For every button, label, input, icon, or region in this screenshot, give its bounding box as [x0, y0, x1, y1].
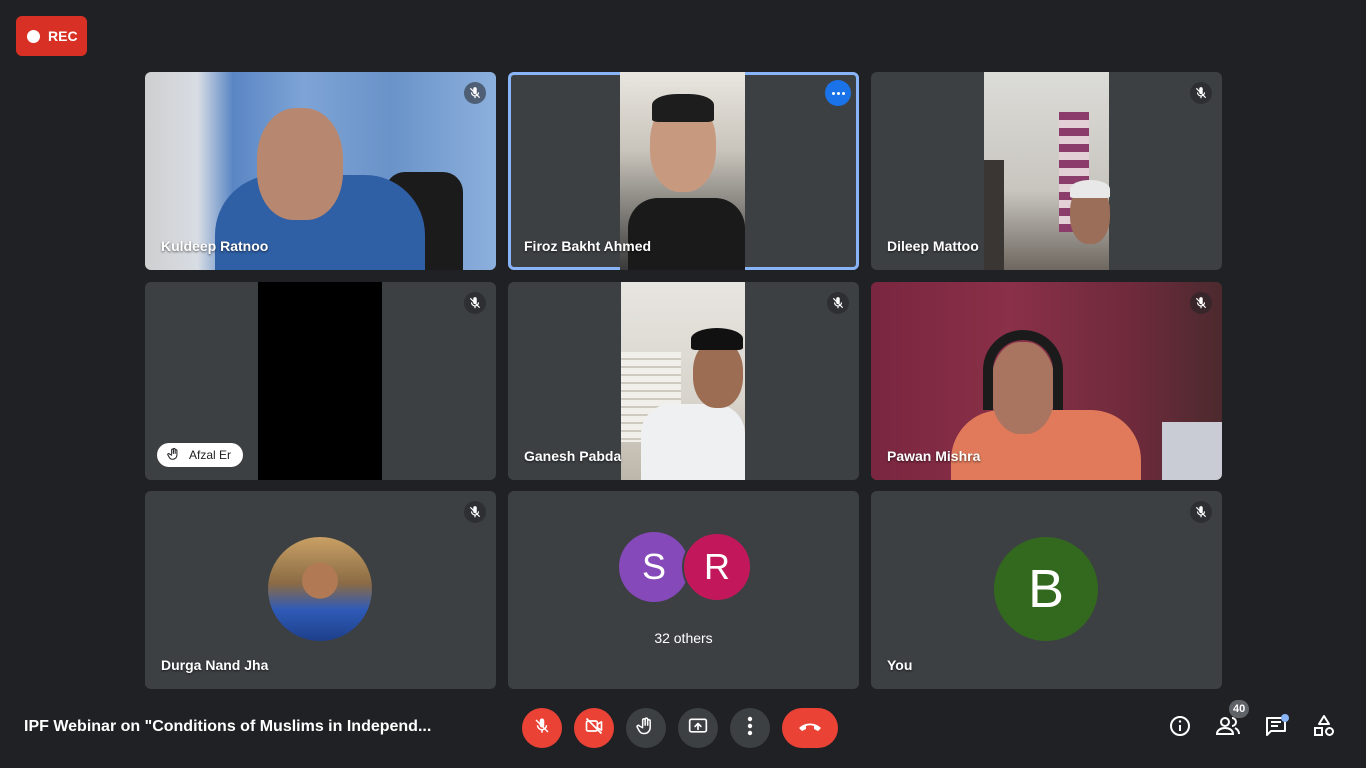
avatar: R [682, 532, 752, 602]
participant-name: Kuldeep Ratnoo [161, 238, 269, 254]
present-screen-button[interactable] [678, 708, 718, 748]
mic-off-icon [464, 82, 486, 104]
raise-hand-icon [636, 716, 656, 741]
participant-tile-firoz[interactable]: Firoz Bakht Ahmed [508, 72, 859, 270]
participant-tile-ganesh[interactable]: Ganesh Pabda [508, 282, 859, 480]
others-tile[interactable]: S R 32 others [508, 491, 859, 689]
mic-off-icon [1190, 501, 1212, 523]
chat-notification-dot [1281, 714, 1289, 722]
meeting-details-button[interactable] [1166, 714, 1194, 742]
participant-tile-you[interactable]: B You [871, 491, 1222, 689]
mic-off-icon [533, 717, 551, 740]
camera-toggle-button[interactable] [574, 708, 614, 748]
people-count-badge: 40 [1229, 700, 1250, 718]
info-icon [1168, 714, 1192, 743]
raised-hand-chip: Afzal Er [157, 443, 244, 467]
activities-button[interactable] [1310, 714, 1338, 742]
participant-tile-durga[interactable]: Durga Nand Jha [145, 491, 496, 689]
leave-call-button[interactable] [782, 708, 838, 748]
participant-name: Ganesh Pabda [524, 448, 622, 464]
end-call-icon [797, 719, 823, 738]
participant-name: Afzal Er [189, 448, 232, 462]
more-options-icon[interactable] [825, 80, 851, 106]
raised-hand-icon [167, 447, 181, 464]
more-vert-icon [747, 716, 753, 741]
record-dot-icon [27, 29, 40, 43]
mic-toggle-button[interactable] [522, 708, 562, 748]
present-screen-icon [687, 716, 709, 741]
meeting-title: IPF Webinar on "Conditions of Muslims in… [24, 718, 432, 735]
participant-tile-pawan[interactable]: Pawan Mishra [871, 282, 1222, 480]
camera-off-icon [584, 716, 604, 741]
participant-name: Dileep Mattoo [887, 238, 979, 254]
avatar: B [994, 537, 1098, 641]
avatar [268, 537, 372, 641]
people-button[interactable] [1214, 714, 1242, 742]
recording-indicator: REC [16, 16, 87, 56]
mic-off-icon [464, 292, 486, 314]
participant-name: Firoz Bakht Ahmed [524, 238, 652, 254]
participant-name: Pawan Mishra [887, 448, 981, 464]
recording-label: REC [48, 28, 78, 44]
more-options-button[interactable] [730, 708, 770, 748]
participant-video [621, 282, 745, 480]
participant-tile-dileep[interactable]: Dileep Mattoo [871, 72, 1222, 270]
participant-tile-kuldeep[interactable]: Kuldeep Ratnoo [145, 72, 496, 270]
participant-tile-afzal[interactable]: Afzal Er [145, 282, 496, 480]
mic-off-icon [1190, 292, 1212, 314]
activities-icon [1312, 714, 1336, 743]
participant-name: Durga Nand Jha [161, 657, 269, 673]
mic-off-icon [1190, 82, 1212, 104]
mic-off-icon [464, 501, 486, 523]
participant-video [984, 72, 1110, 270]
avatar: S [619, 532, 689, 602]
mic-off-icon [827, 292, 849, 314]
raise-hand-button[interactable] [626, 708, 666, 748]
participant-video [258, 282, 382, 480]
others-count: 32 others [654, 630, 713, 646]
participant-name: You [887, 657, 913, 673]
